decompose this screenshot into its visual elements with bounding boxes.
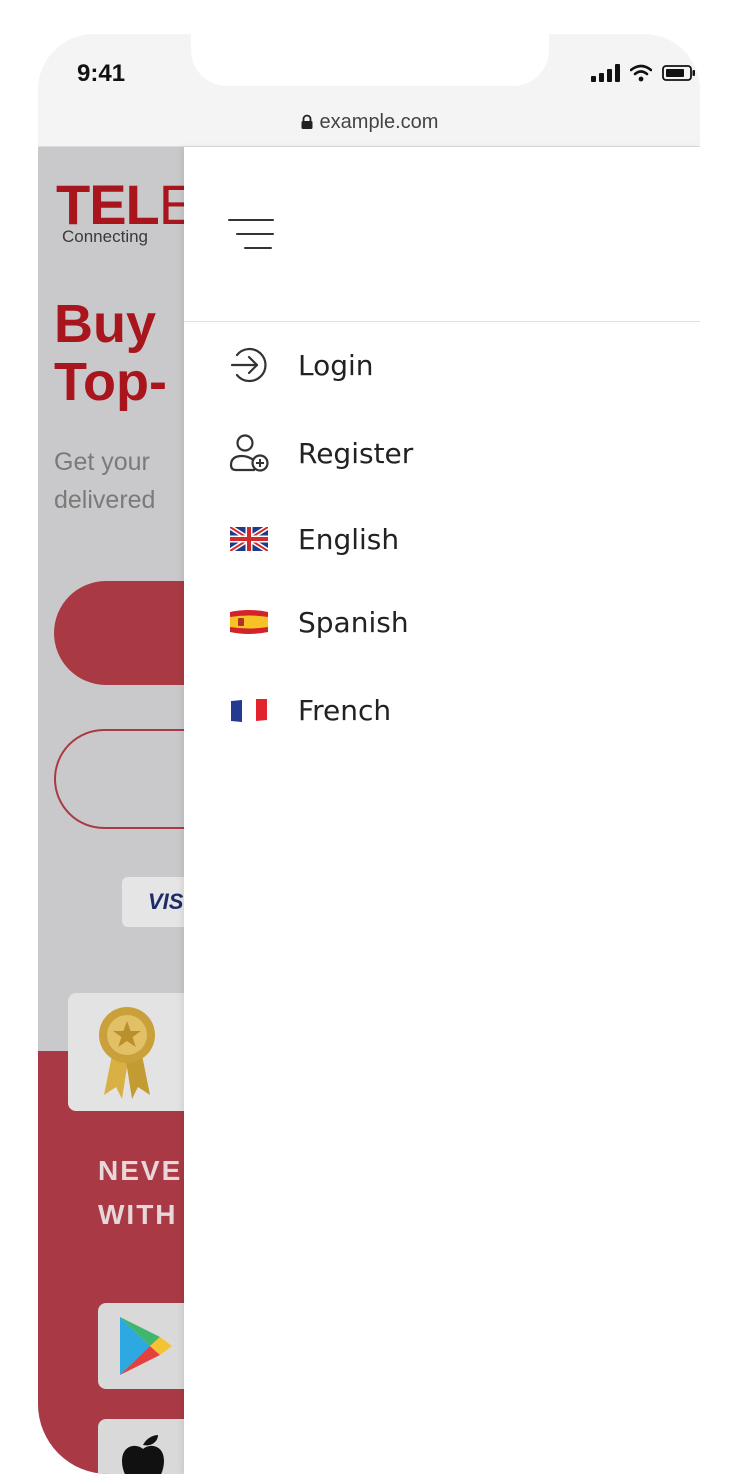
status-icons: [591, 60, 696, 86]
apple-icon: [122, 1435, 164, 1474]
hero-subtitle: Get your delivered: [54, 448, 156, 514]
brand-logo: TELE: [56, 173, 196, 236]
menu-item-login[interactable]: Login: [184, 343, 700, 387]
url-text: example.com: [319, 110, 439, 133]
lock-icon: [301, 114, 313, 129]
login-icon: [228, 344, 270, 386]
register-user-icon: [228, 432, 270, 474]
phone-frame: 9:41 example.com TELE Connecting Buy Top…: [38, 34, 700, 1474]
award-ribbon-icon: [99, 1007, 155, 1099]
banner-heading: NEVE WITH: [98, 1155, 183, 1230]
notch: [191, 34, 549, 86]
menu-item-spanish[interactable]: Spanish: [184, 600, 700, 644]
menu-item-label: Spanish: [298, 605, 409, 639]
drawer-divider: [184, 321, 700, 322]
uk-flag-icon: [228, 518, 270, 560]
menu-item-label: Login: [298, 348, 374, 382]
menu-item-register[interactable]: Register: [184, 431, 700, 475]
menu-item-label: English: [298, 522, 400, 556]
google-play-icon: [120, 1317, 172, 1375]
menu-item-french[interactable]: French: [184, 688, 700, 732]
menu-item-label: French: [298, 693, 392, 727]
side-drawer: Login Register English Spanish French: [184, 147, 700, 1474]
status-time: 9:41: [77, 60, 126, 87]
menu-item-label: Register: [298, 436, 414, 470]
france-flag-icon: [228, 689, 270, 731]
signal-icon: [591, 64, 620, 82]
hamburger-menu-icon[interactable]: [228, 213, 276, 253]
spain-flag-icon: [228, 601, 270, 643]
battery-icon: [662, 65, 695, 81]
address-bar[interactable]: example.com: [38, 98, 700, 147]
menu-item-english[interactable]: English: [184, 517, 700, 561]
wifi-icon: [630, 64, 652, 82]
hero-headline: Buy Top-: [54, 294, 167, 412]
brand-tagline: Connecting: [62, 227, 149, 246]
